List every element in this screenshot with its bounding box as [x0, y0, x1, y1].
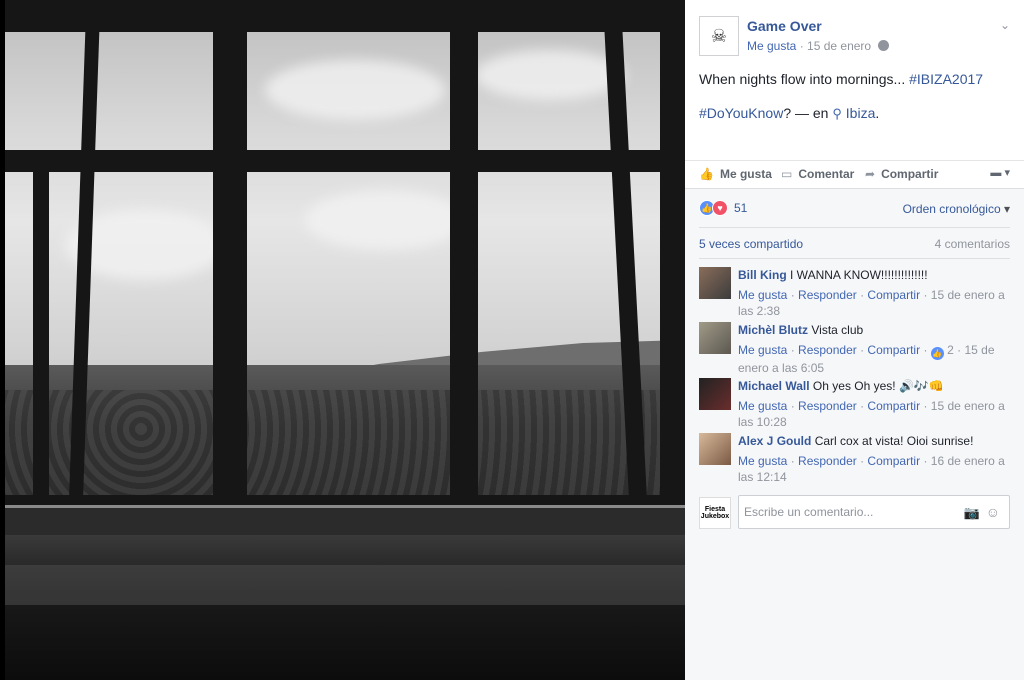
window-frame-middle [5, 150, 685, 172]
post-text-line2: ? — en [783, 105, 833, 121]
comment-time-cont[interactable]: las 10:28 [738, 415, 787, 429]
comment-reply-link[interactable]: Responder [798, 454, 857, 468]
comment-button-label: Comentar [798, 167, 855, 181]
window-sill [5, 505, 685, 535]
location-link[interactable]: Ibiza [846, 105, 876, 121]
post-meta: Me gusta · 15 de enero [747, 39, 890, 53]
post-header: ☠ Game Over Me gusta · 15 de enero ⌄ [685, 0, 1024, 62]
avatar[interactable] [699, 378, 731, 410]
love-reaction-icon: ♥ [712, 200, 728, 216]
comment-time-cont[interactable]: las 2:38 [738, 304, 780, 318]
emoji-icon[interactable]: ☺ [986, 504, 1000, 520]
avatar[interactable] [699, 433, 731, 465]
comment-time[interactable]: 15 de enero a [931, 399, 1005, 413]
post-actions: 👍 Me gusta ▭ Comentar ➦ Compartir ▬ ▾ [685, 160, 1024, 188]
post-text-line1: When nights flow into mornings... [699, 71, 910, 87]
window-mullion [660, 30, 685, 510]
comment-time-cont[interactable]: enero a las 6:05 [738, 361, 824, 375]
comment-like-link[interactable]: Me gusta [738, 454, 787, 468]
photo-cloud [305, 190, 465, 250]
window-mullion [33, 170, 49, 510]
comment-text: I WANNA KNOW!!!!!!!!!!!!!! [790, 268, 928, 282]
reactions-summary[interactable]: 👍 ♥ 51 [699, 200, 747, 216]
comment-reply-link[interactable]: Responder [798, 399, 857, 413]
comment-like-count[interactable]: 2 [947, 343, 954, 357]
divider [699, 258, 1010, 259]
shares-count-link[interactable]: 5 veces compartido [699, 237, 803, 251]
post-text: When nights flow into mornings... #IBIZA… [685, 62, 1024, 123]
comment-author[interactable]: Michael Wall [738, 379, 810, 393]
avatar[interactable] [699, 322, 731, 354]
comment-reply-link[interactable]: Responder [798, 288, 857, 302]
comments-area: 👍 ♥ 51 Orden cronológico ▾ 5 veces compa… [685, 188, 1024, 680]
post-text-end: . [875, 105, 880, 121]
share-button-label: Compartir [881, 167, 939, 181]
window-frame-top [5, 0, 685, 32]
page-name-link[interactable]: Game Over [747, 18, 822, 34]
composer-avatar-text: Fiesta Jukebox [700, 506, 730, 520]
location-pin-icon: ⚲ [832, 106, 842, 121]
comment-share-link[interactable]: Compartir [867, 399, 920, 413]
avatar[interactable] [699, 267, 731, 299]
divider [699, 227, 1010, 228]
page-like-link[interactable]: Me gusta [747, 39, 796, 53]
comment-author[interactable]: Alex J Gould [738, 434, 811, 448]
comments-count: 4 comentarios [934, 237, 1010, 251]
comment-text: Oh yes Oh yes! 🔊🎶👊 [812, 379, 944, 393]
reaction-count[interactable]: 51 [734, 201, 747, 215]
thumbs-up-icon: 👍 [699, 167, 714, 181]
camera-icon[interactable]: 📷 [964, 505, 980, 521]
comment-share-link[interactable]: Compartir [867, 454, 920, 468]
comment-time-cont[interactable]: las 12:14 [738, 470, 787, 484]
hashtag-ibiza2017[interactable]: #IBIZA2017 [909, 71, 983, 87]
photo-floor [5, 535, 685, 680]
comment-author[interactable]: Michèl Blutz [738, 323, 808, 337]
comment-author[interactable]: Bill King [738, 268, 787, 282]
comment-composer: Fiesta Jukebox 📷 ☺ [699, 493, 1010, 529]
photo-floor-stripe [5, 565, 685, 605]
meta-separator: · [799, 39, 804, 53]
comment-reply-link[interactable]: Responder [798, 343, 857, 357]
hashtag-doyouknow[interactable]: #DoYouKnow [699, 105, 783, 121]
comment-share-link[interactable]: Compartir [867, 288, 920, 302]
like-button-label: Me gusta [719, 167, 772, 181]
comment-text: Carl cox at vista! Oioi sunrise! [814, 434, 974, 448]
like-button[interactable]: 👍 Me gusta [699, 167, 772, 181]
share-arrow-icon: ➦ [865, 167, 876, 181]
post-photo[interactable] [0, 0, 685, 680]
post-panel: ☠ Game Over Me gusta · 15 de enero ⌄ Whe… [685, 0, 1024, 680]
comment-time[interactable]: 15 de enero a [931, 288, 1005, 302]
comment-order-label: Orden cronológico [902, 202, 1001, 216]
comment-like-badge-icon: 👍 [930, 347, 944, 360]
share-button[interactable]: ➦ Compartir [865, 167, 938, 181]
speech-bubble-icon: ▭ [781, 167, 793, 181]
globe-icon [878, 40, 890, 51]
window-mullion [450, 30, 478, 510]
comment-like-link[interactable]: Me gusta [738, 288, 787, 302]
chevron-down-icon[interactable]: ⌄ [1000, 18, 1010, 32]
audience-selector[interactable]: ▬ ▾ [990, 166, 1010, 179]
comment-order-dropdown[interactable]: Orden cronológico ▾ [903, 202, 1010, 216]
post-date[interactable]: 15 de enero [807, 39, 871, 53]
comment-time[interactable]: 15 de [964, 343, 994, 357]
photo-cloud [475, 50, 625, 100]
comment-share-link[interactable]: Compartir [867, 343, 920, 357]
window-mullion [213, 30, 247, 510]
comment-like-link[interactable]: Me gusta [738, 399, 787, 413]
comment-time[interactable]: 16 de enero a [931, 454, 1005, 468]
photo-cloud [265, 60, 445, 120]
comment-text: Vista club [811, 323, 864, 337]
page-avatar[interactable]: ☠ [699, 16, 739, 56]
comment-button[interactable]: ▭ Comentar [781, 167, 854, 181]
comment-like-link[interactable]: Me gusta [738, 343, 787, 357]
avatar: Fiesta Jukebox [699, 497, 731, 529]
photo-window-scene [5, 0, 685, 680]
